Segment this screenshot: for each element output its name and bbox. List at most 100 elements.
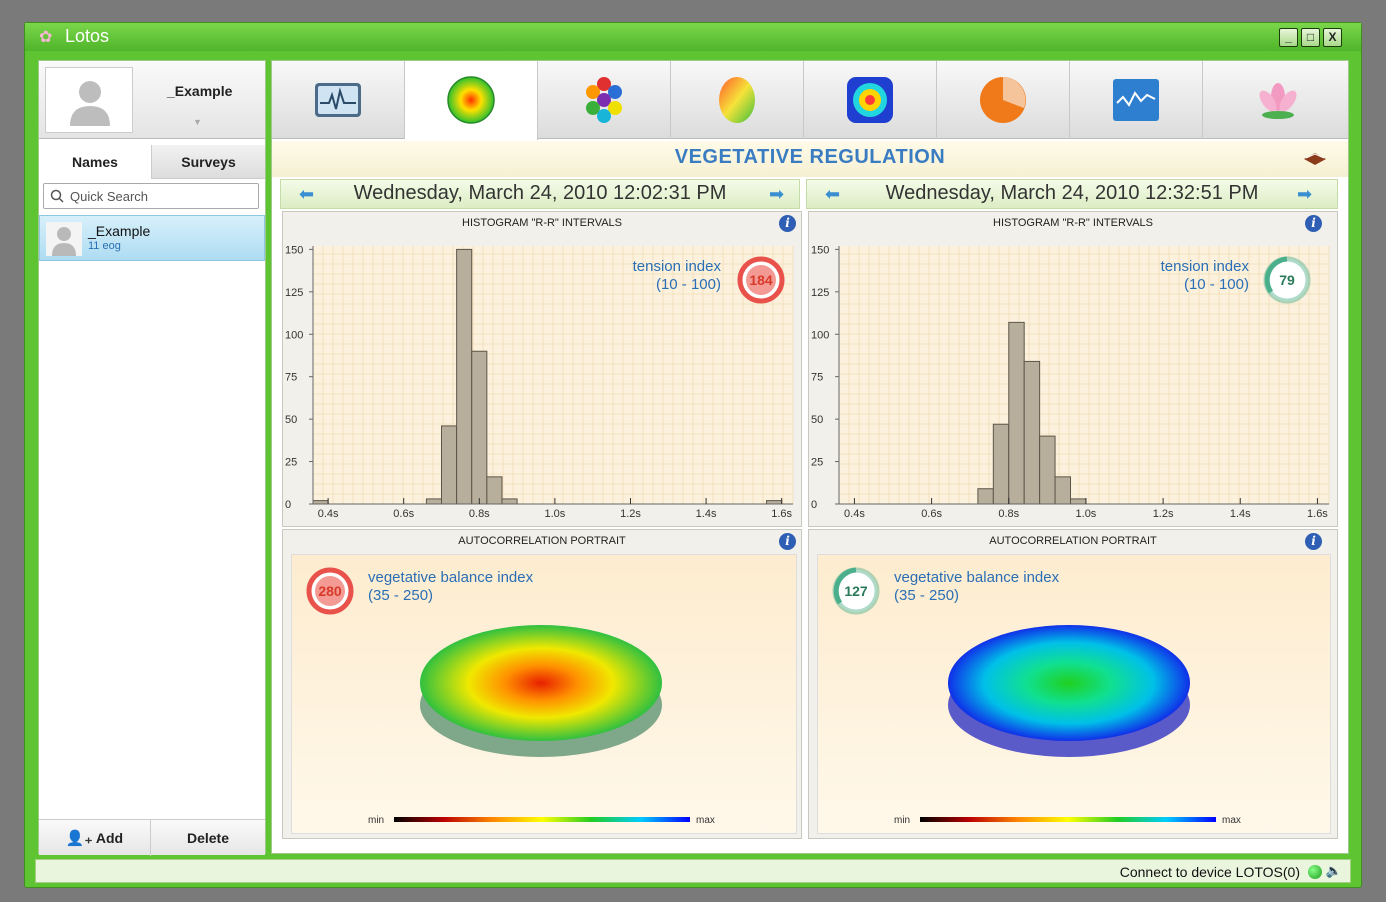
histogram-bar (766, 500, 783, 505)
colorbar-min: min (894, 815, 911, 826)
autocorrelation-disk (420, 625, 662, 757)
date-bar-left: ⬅ Wednesday, March 24, 2010 12:02:31 PM … (280, 179, 800, 209)
profile-card[interactable]: _Example ▼ (39, 61, 265, 139)
tension-index-gauge: 79 (1263, 256, 1311, 304)
balance-index-range: (35 - 250) (368, 587, 434, 604)
histogram-bar (1069, 498, 1087, 505)
x-tick-label: 1.2s (1153, 508, 1174, 520)
app-title: Lotos (65, 26, 110, 46)
date-right: Wednesday, March 24, 2010 12:32:51 PM (885, 182, 1259, 204)
search-icon (50, 189, 64, 203)
tension-index-label: tension index (1160, 258, 1249, 275)
histogram-bar (1023, 360, 1041, 505)
gauge-value: 280 (318, 583, 342, 599)
ecg-wave-icon (315, 83, 361, 117)
info-icon[interactable]: i (779, 215, 796, 232)
maximize-button[interactable]: □ (1301, 28, 1320, 47)
main-panel: VEGETATIVE REGULATION ⬅ Wednesday, March… (271, 60, 1349, 854)
add-button[interactable]: 👤₊ Add (39, 820, 151, 856)
histogram-bar (486, 476, 503, 505)
info-icon[interactable]: i (779, 533, 796, 550)
tool-vegetative[interactable] (405, 61, 538, 140)
app-window: ✿ Lotos _ □ X _Example ▼ Names Surveys Q… (24, 22, 1362, 888)
y-tick-label: 150 (285, 244, 303, 256)
book-icon[interactable] (1302, 149, 1328, 167)
patient-avatar-icon (46, 222, 82, 256)
colorbar (394, 817, 690, 822)
x-tick-label: 0.6s (393, 508, 414, 520)
title-bar[interactable]: ✿ Lotos _ □ X (25, 23, 1361, 51)
next-arrow-icon[interactable]: ➡ (1297, 185, 1319, 203)
patient-list-item[interactable]: _Example 11 eog (39, 215, 265, 261)
x-tick-label: 0.8s (469, 508, 490, 520)
tool-chakra[interactable] (804, 61, 937, 139)
colorbar-max: max (696, 815, 715, 826)
histogram-panel-right: HISTOGRAM "R-R" INTERVALS i 0 25 50 75 100 12… (808, 211, 1338, 527)
search-input[interactable]: Quick Search (43, 183, 259, 209)
y-tick-label: 0 (811, 499, 817, 511)
profile-name: _Example (167, 83, 233, 99)
tab-names[interactable]: Names (39, 145, 151, 179)
date-bar-right: ⬅ Wednesday, March 24, 2010 12:32:51 PM … (806, 179, 1338, 209)
tool-lotus[interactable] (1203, 61, 1348, 139)
tool-ecg[interactable] (272, 61, 405, 139)
status-bar: Connect to device LOTOS(0) 🔈 (35, 859, 1351, 883)
tool-hexagons[interactable] (538, 61, 671, 139)
colorbar-max: max (1222, 815, 1241, 826)
balance-index-range: (35 - 250) (894, 587, 960, 604)
tension-index-text: tension index (10 - 100) (1161, 258, 1249, 294)
next-arrow-icon[interactable]: ➡ (769, 185, 791, 203)
histogram-chart-right: 0 25 50 75 100 125 150 0.4s 0.6s 0.8s 1.0s 1.2s 1.4s… (811, 244, 1330, 520)
tool-icon-bar (272, 61, 1348, 140)
info-icon[interactable]: i (1305, 533, 1322, 550)
x-tick-label: 1.6s (771, 508, 792, 520)
speaker-icon[interactable]: 🔈 (1326, 863, 1342, 879)
chevron-down-icon[interactable]: ▼ (193, 117, 202, 127)
histogram-bar (312, 500, 329, 505)
portrait-title: AUTOCORRELATION PORTRAIT (458, 535, 626, 547)
histogram-bar (425, 498, 443, 505)
pie-chart-icon (980, 77, 1026, 123)
connection-led-icon (1308, 865, 1322, 879)
histogram-panel-left: HISTOGRAM "R-R" INTERVALS i 0 25 50 75 100 12… (282, 211, 802, 527)
autocorrelation-disk (948, 625, 1190, 757)
splitter-handle[interactable]: ⁞ (266, 449, 270, 465)
histogram-bar (471, 350, 488, 505)
info-icon[interactable]: i (1305, 215, 1322, 232)
balance-index-gauge: 127 (832, 567, 880, 615)
gauge-value: 184 (749, 272, 773, 288)
gauge-value: 79 (1279, 272, 1295, 288)
x-tick-label: 0.8s (998, 508, 1019, 520)
left-panel: _Example ▼ Names Surveys Quick Search _E… (38, 60, 266, 856)
brain-map-icon (719, 77, 755, 123)
tool-brain-map[interactable] (671, 61, 804, 139)
histogram-bar (1054, 476, 1071, 505)
portrait-canvas: 280 vegetative balance index (35 - 250) … (291, 554, 797, 834)
portrait-title: AUTOCORRELATION PORTRAIT (989, 535, 1157, 547)
plot-area (839, 246, 1329, 504)
portrait-panel-right: AUTOCORRELATION PORTRAIT i 127 vegetativ… (808, 529, 1338, 839)
patient-survey-count: 11 eog (88, 240, 121, 252)
portrait-panel-left: AUTOCORRELATION PORTRAIT i 280 vegetativ… (282, 529, 802, 839)
close-button[interactable]: X (1323, 28, 1342, 47)
y-tick-label: 0 (285, 499, 291, 511)
left-footer: 👤₊ Add Delete (39, 819, 265, 856)
tab-surveys[interactable]: Surveys (151, 145, 265, 179)
tool-pie[interactable] (937, 61, 1070, 139)
histogram-bar (441, 425, 458, 505)
section-title: VEGETATIVE REGULATION (674, 146, 946, 168)
histogram-bar (456, 248, 473, 505)
minimize-button[interactable]: _ (1279, 28, 1298, 47)
tool-line-graph[interactable] (1070, 61, 1203, 139)
lotus-icon (1259, 83, 1297, 119)
histogram-bar (1039, 435, 1056, 505)
histogram-bar (501, 498, 518, 505)
portrait-canvas: 127 vegetative balance index (35 - 250) … (817, 554, 1331, 834)
device-status-text: Connect to device LOTOS(0) (1119, 864, 1300, 880)
y-tick-label: 75 (811, 372, 823, 384)
balance-index-text: vegetative balance index (35 - 250) (894, 569, 1059, 605)
chakra-icon (847, 77, 893, 123)
vegetative-regulation-icon (447, 76, 495, 124)
delete-button[interactable]: Delete (151, 820, 265, 856)
tension-index-gauge: 184 (737, 256, 785, 304)
